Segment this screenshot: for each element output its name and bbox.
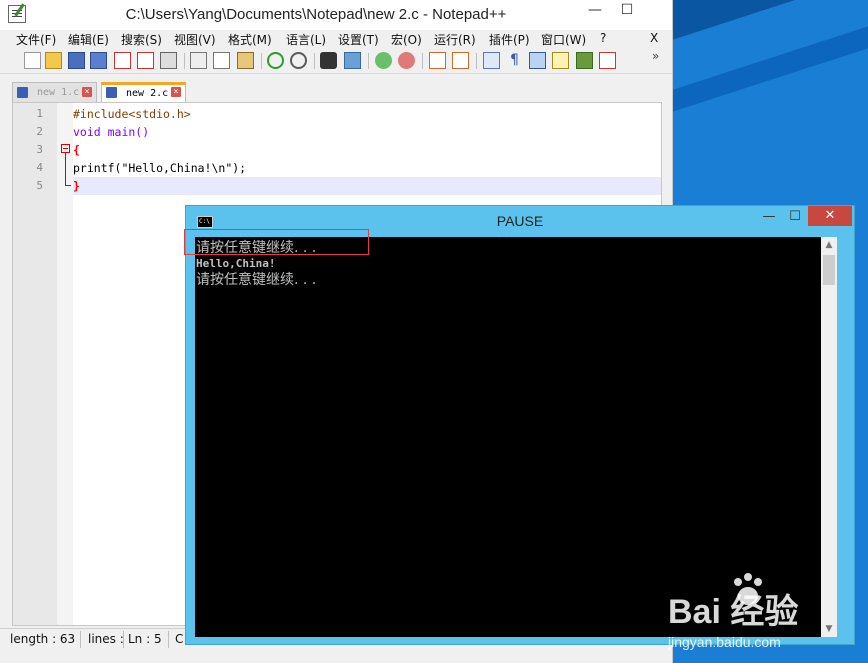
status-length: length : 63 <box>10 632 76 646</box>
macro-record-icon[interactable] <box>576 52 593 69</box>
sync-vertical-icon[interactable] <box>429 52 446 69</box>
file-saved-icon <box>17 87 28 98</box>
new-file-icon[interactable] <box>24 52 41 69</box>
status-separator <box>123 631 124 648</box>
replace-icon[interactable] <box>344 52 361 69</box>
line-number: 2 <box>36 125 43 138</box>
code-text: void main() <box>73 125 150 139</box>
sync-horizontal-icon[interactable] <box>452 52 469 69</box>
menu-search[interactable]: 搜索(S) <box>121 31 162 48</box>
status-line-number: Ln : 5 <box>128 632 162 646</box>
menu-macro[interactable]: 宏(O) <box>391 31 422 48</box>
toolbar-separator <box>368 53 369 69</box>
show-all-characters-icon[interactable]: ¶ <box>506 52 523 69</box>
watermark-brand: Bai 经验 <box>668 593 799 631</box>
toolbar-separator <box>184 53 185 69</box>
menu-settings[interactable]: 设置(T) <box>338 31 379 48</box>
print-icon[interactable] <box>160 52 177 69</box>
menu-bar: 文件(F) 编辑(E) 搜索(S) 视图(V) 格式(M) 语言(L) 设置(T… <box>0 30 672 48</box>
save-all-icon[interactable] <box>90 52 107 69</box>
menu-window[interactable]: 窗口(W) <box>541 31 586 48</box>
fold-margin[interactable] <box>57 103 73 625</box>
line-number: 4 <box>36 161 43 174</box>
toolbar-separator <box>314 53 315 69</box>
toolbar-separator <box>476 53 477 69</box>
annotation-highlight-box <box>184 229 369 255</box>
toolbar-separator <box>261 53 262 69</box>
fold-end <box>65 185 71 186</box>
close-file-icon[interactable] <box>114 52 131 69</box>
toolbar-separator <box>422 53 423 69</box>
line-number: 5 <box>36 179 43 192</box>
console-maximize-button[interactable]: ☐ <box>783 209 807 227</box>
scroll-thumb[interactable] <box>823 255 835 285</box>
code-line-current: 5 } <box>36 177 661 195</box>
minimize-button[interactable]: — <box>580 0 610 22</box>
code-line: 2 void main() <box>36 123 661 141</box>
menu-help[interactable]: ? <box>600 31 606 45</box>
tab-bar: new 1.c × new 2.c × <box>0 80 672 102</box>
menu-plugins[interactable]: 插件(P) <box>489 31 530 48</box>
copy-icon[interactable] <box>213 52 230 69</box>
save-icon[interactable] <box>68 52 85 69</box>
code-text: { <box>73 143 80 157</box>
fold-collapse-icon[interactable] <box>61 144 70 153</box>
maximize-button[interactable]: ☐ <box>612 0 642 22</box>
fold-line <box>65 153 66 185</box>
menu-run[interactable]: 运行(R) <box>434 31 476 48</box>
menu-edit[interactable]: 编辑(E) <box>68 31 109 48</box>
line-number: 3 <box>36 143 43 156</box>
console-title: PAUSE <box>496 213 544 229</box>
tab-label: new 1.c <box>37 87 80 98</box>
close-document-button[interactable]: X <box>650 31 658 45</box>
tab-close-icon[interactable]: × <box>171 87 181 97</box>
code-text: } <box>73 179 80 193</box>
desktop-stripe <box>672 26 868 113</box>
status-separator <box>168 631 169 648</box>
indent-guide-icon[interactable] <box>529 52 546 69</box>
open-folder-icon[interactable] <box>45 52 62 69</box>
status-separator <box>80 631 81 648</box>
zoom-in-icon[interactable] <box>375 52 392 69</box>
code-text: #include<stdio.h> <box>73 107 191 121</box>
redo-icon[interactable] <box>290 52 307 69</box>
doc-map-icon[interactable] <box>552 52 569 69</box>
menu-format[interactable]: 格式(M) <box>228 31 272 48</box>
status-lines: lines : <box>88 632 124 646</box>
word-wrap-icon[interactable] <box>483 52 500 69</box>
toolbar-overflow-icon[interactable]: » <box>652 49 669 66</box>
menu-language[interactable]: 语言(L) <box>286 31 326 48</box>
tab-label: new 2.c <box>126 88 169 99</box>
window-title: C:\Users\Yang\Documents\Notepad\new 2.c … <box>125 6 507 23</box>
file-saved-icon <box>106 87 117 98</box>
find-icon[interactable] <box>320 52 337 69</box>
macro-play-icon[interactable] <box>599 52 616 69</box>
baidu-watermark: Bai 经验 jingyan.baidu.com <box>668 570 868 660</box>
code-line: 3 { <box>36 141 661 159</box>
status-column: C <box>175 632 184 646</box>
code-line: 1 #include<stdio.h> <box>36 105 661 123</box>
toolbar: ¶ » <box>0 49 672 74</box>
close-all-icon[interactable] <box>137 52 154 69</box>
code-text: printf("Hello,China!\n"); <box>73 161 247 175</box>
tab-new-2[interactable]: new 2.c × <box>101 82 186 102</box>
undo-icon[interactable] <box>267 52 284 69</box>
line-number: 1 <box>36 107 43 120</box>
scroll-up-icon[interactable]: ▲ <box>821 237 837 253</box>
watermark-url: jingyan.baidu.com <box>668 634 781 650</box>
zoom-out-icon[interactable] <box>398 52 415 69</box>
desktop-stripe <box>672 0 868 41</box>
tab-close-icon[interactable]: × <box>82 87 92 97</box>
tab-new-1[interactable]: new 1.c × <box>12 82 97 102</box>
console-minimize-button[interactable]: — <box>757 209 781 227</box>
cut-icon[interactable] <box>190 52 207 69</box>
console-line: 请按任意键继续. . . <box>196 272 317 288</box>
menu-file[interactable]: 文件(F) <box>16 31 56 48</box>
menu-view[interactable]: 视图(V) <box>174 31 216 48</box>
notepad-titlebar[interactable]: C:\Users\Yang\Documents\Notepad\new 2.c … <box>0 0 672 30</box>
console-close-button[interactable]: ✕ <box>808 206 852 226</box>
code-line: 4 printf("Hello,China!\n"); <box>36 159 661 177</box>
paste-icon[interactable] <box>237 52 254 69</box>
